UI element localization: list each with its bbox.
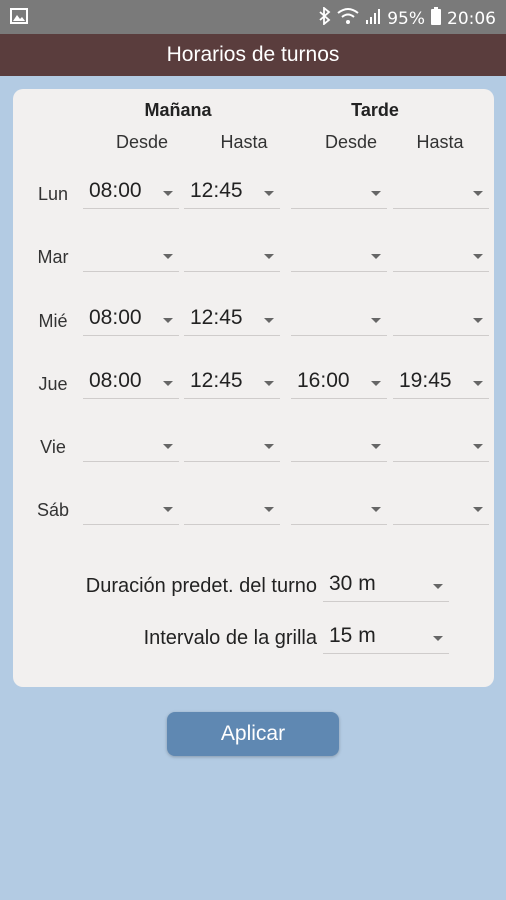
afternoon-from-select[interactable] — [291, 241, 387, 272]
morning-from-select[interactable] — [83, 494, 179, 525]
dropdown-arrow-icon — [371, 444, 381, 449]
dropdown-arrow-icon — [473, 254, 483, 259]
image-notification-icon — [10, 8, 28, 29]
morning-to-value: 12:45 — [190, 179, 243, 202]
morning-from-value: 08:00 — [89, 179, 142, 202]
afternoon-to-value: 19:45 — [399, 369, 452, 392]
afternoon-to-select[interactable] — [393, 241, 489, 272]
morning-to-select[interactable] — [184, 431, 280, 462]
schedule-card: Mañana Tarde Desde Hasta Desde Hasta Lun… — [13, 89, 494, 687]
dropdown-arrow-icon — [473, 318, 483, 323]
morning-from-select[interactable]: 08:00 — [83, 305, 179, 336]
dropdown-arrow-icon — [473, 507, 483, 512]
morning-from-select[interactable]: 08:00 — [83, 368, 179, 399]
grid-interval-select[interactable]: 15 m — [323, 623, 449, 654]
dropdown-arrow-icon — [264, 381, 274, 386]
dropdown-arrow-icon — [163, 318, 173, 323]
day-label: Mar — [37, 247, 69, 267]
morning-to-value: 12:45 — [190, 369, 243, 392]
morning-to-value: 12:45 — [190, 306, 243, 329]
dropdown-arrow-icon — [473, 191, 483, 196]
morning-from-select[interactable] — [83, 431, 179, 462]
dropdown-arrow-icon — [264, 191, 274, 196]
afternoon-from-header: Desde — [324, 132, 378, 152]
dropdown-arrow-icon — [433, 584, 443, 589]
battery-level: 95% — [387, 8, 425, 29]
dropdown-arrow-icon — [371, 191, 381, 196]
afternoon-to-header: Hasta — [416, 132, 464, 152]
dropdown-arrow-icon — [163, 254, 173, 259]
day-label: Lun — [37, 184, 69, 204]
morning-to-select[interactable] — [184, 494, 280, 525]
day-label: Jue — [38, 374, 68, 394]
day-label: Mié — [38, 311, 68, 331]
dropdown-arrow-icon — [473, 444, 483, 449]
morning-header: Mañana — [144, 100, 212, 120]
dropdown-arrow-icon — [371, 507, 381, 512]
dropdown-arrow-icon — [371, 381, 381, 386]
afternoon-to-select[interactable] — [393, 178, 489, 209]
afternoon-to-select[interactable] — [393, 431, 489, 462]
dropdown-arrow-icon — [264, 444, 274, 449]
morning-to-select[interactable]: 12:45 — [184, 178, 280, 209]
afternoon-to-select[interactable] — [393, 305, 489, 336]
dropdown-arrow-icon — [163, 444, 173, 449]
dropdown-arrow-icon — [264, 318, 274, 323]
afternoon-to-select[interactable]: 19:45 — [393, 368, 489, 399]
bluetooth-icon — [319, 6, 331, 30]
grid-interval-value: 15 m — [329, 624, 376, 647]
dropdown-arrow-icon — [163, 381, 173, 386]
morning-from-value: 08:00 — [89, 369, 142, 392]
morning-to-header: Hasta — [220, 132, 268, 152]
afternoon-from-select[interactable] — [291, 178, 387, 209]
dropdown-arrow-icon — [371, 254, 381, 259]
default-duration-label: Duración predet. del turno — [85, 575, 317, 597]
afternoon-from-select[interactable] — [291, 305, 387, 336]
morning-from-select[interactable]: 08:00 — [83, 178, 179, 209]
app-bar: Horarios de turnos — [0, 34, 506, 76]
morning-to-select[interactable]: 12:45 — [184, 305, 280, 336]
morning-from-header: Desde — [115, 132, 169, 152]
morning-to-select[interactable] — [184, 241, 280, 272]
default-duration-value: 30 m — [329, 572, 376, 595]
afternoon-to-select[interactable] — [393, 494, 489, 525]
afternoon-from-select[interactable] — [291, 494, 387, 525]
default-duration-select[interactable]: 30 m — [323, 571, 449, 602]
dropdown-arrow-icon — [433, 636, 443, 641]
clock: 20:06 — [447, 8, 496, 29]
afternoon-from-select[interactable]: 16:00 — [291, 368, 387, 399]
dropdown-arrow-icon — [264, 254, 274, 259]
afternoon-from-select[interactable] — [291, 431, 387, 462]
dropdown-arrow-icon — [371, 318, 381, 323]
apply-button[interactable]: Aplicar — [167, 712, 339, 756]
signal-icon — [365, 8, 381, 29]
dropdown-arrow-icon — [163, 191, 173, 196]
dropdown-arrow-icon — [264, 507, 274, 512]
morning-to-select[interactable]: 12:45 — [184, 368, 280, 399]
status-bar: 95% 20:06 — [0, 0, 506, 34]
day-label: Sáb — [36, 500, 70, 520]
dropdown-arrow-icon — [163, 507, 173, 512]
grid-interval-label: Intervalo de la grilla — [143, 627, 317, 649]
wifi-icon — [337, 7, 359, 30]
morning-from-value: 08:00 — [89, 306, 142, 329]
afternoon-header: Tarde — [351, 100, 399, 120]
page-title: Horarios de turnos — [166, 43, 340, 66]
morning-from-select[interactable] — [83, 241, 179, 272]
dropdown-arrow-icon — [473, 381, 483, 386]
battery-icon — [431, 7, 441, 30]
day-label: Vie — [40, 437, 66, 457]
afternoon-from-value: 16:00 — [297, 369, 350, 392]
